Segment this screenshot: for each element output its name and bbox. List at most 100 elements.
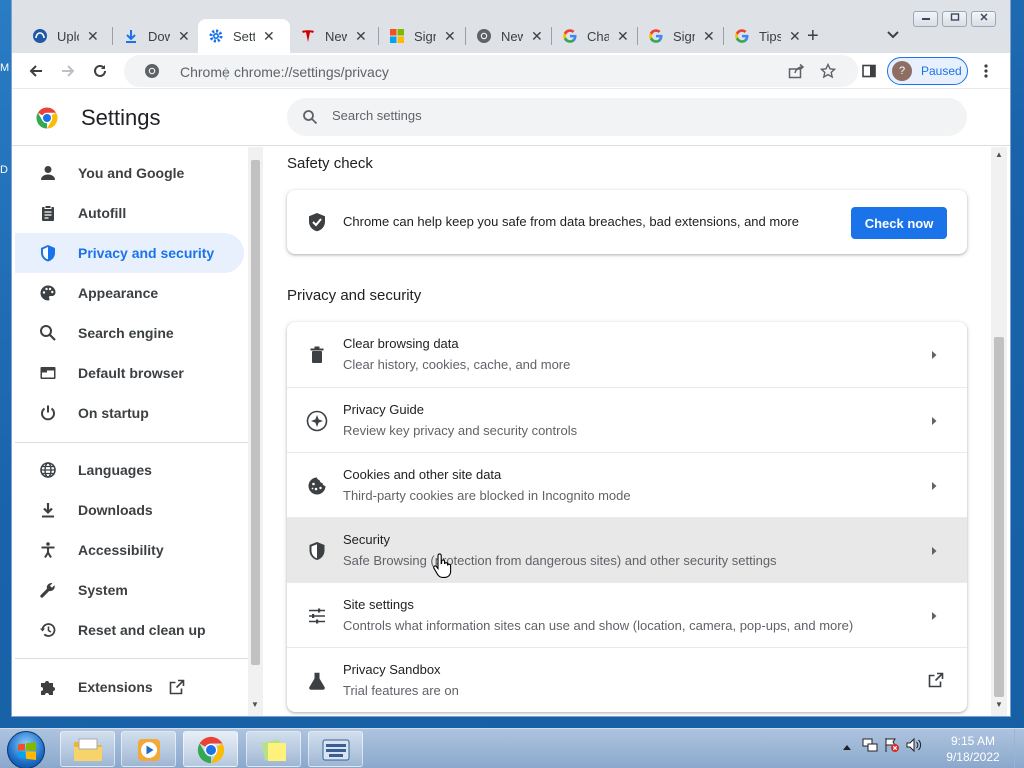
taskbar-sticky-notes[interactable] — [246, 731, 301, 767]
search-input[interactable] — [332, 108, 932, 123]
windows-logo-icon — [17, 741, 37, 764]
action-center-flag-icon[interactable] — [884, 737, 900, 756]
site-label: Chrome — [180, 64, 230, 80]
privacy-row-privacy-sandbox[interactable]: Privacy Sandbox Trial features are on — [287, 647, 967, 712]
privacy-row-cookies[interactable]: Cookies and other site data Third-party … — [287, 452, 967, 517]
url-text[interactable]: chrome://settings/privacy — [234, 64, 389, 80]
taskbar-clock[interactable]: 9:15 AM 9/18/2022 — [938, 733, 1008, 765]
safety-check-text: Chrome can help keep you safe from data … — [343, 214, 799, 229]
main-scrollbar[interactable]: ▲ ▼ — [991, 147, 1007, 716]
tab-upload[interactable]: Uplo ✕ — [22, 19, 107, 53]
sidebar-item-privacy-and-security[interactable]: Privacy and security — [15, 233, 244, 273]
search-icon — [36, 324, 60, 342]
taskbar-on-screen-keyboard[interactable] — [308, 731, 363, 767]
privacy-row-site-settings[interactable]: Site settings Controls what information … — [287, 582, 967, 647]
sidebar-item-label: Default browser — [78, 365, 184, 381]
tesla-favicon-icon — [300, 28, 316, 44]
sidebar-item-downloads[interactable]: Downloads — [15, 490, 244, 530]
arrow-right-icon — [927, 609, 941, 623]
sidebar-item-appearance[interactable]: Appearance — [15, 273, 244, 313]
taskbar-chrome[interactable] — [183, 731, 238, 767]
close-icon[interactable]: ✕ — [355, 28, 367, 45]
chrome-logo-icon — [35, 106, 59, 133]
menu-kebab-icon[interactable] — [975, 60, 997, 82]
tab-new-chrome[interactable]: New ✕ — [466, 19, 551, 53]
volume-icon[interactable] — [906, 737, 922, 756]
sidebar-item-system[interactable]: System — [15, 570, 244, 610]
profile-paused-button[interactable]: ? Paused — [887, 57, 968, 85]
tab-download[interactable]: Dow ✕ — [113, 19, 198, 53]
clock-time: 9:15 AM — [950, 734, 996, 748]
tab-tips-google[interactable]: Tips ✕ — [724, 19, 809, 53]
tab-search-chevron-icon[interactable] — [886, 28, 900, 43]
reload-icon[interactable] — [89, 60, 111, 82]
close-window-icon[interactable] — [971, 11, 996, 27]
sidebar-item-autofill[interactable]: Autofill — [15, 193, 244, 233]
bookmark-star-icon[interactable] — [819, 62, 837, 82]
close-icon[interactable]: ✕ — [178, 28, 190, 45]
sidebar-scrollbar[interactable]: ▼ — [248, 147, 263, 716]
search-icon — [302, 109, 318, 128]
sidebar-item-default-browser[interactable]: Default browser — [15, 353, 244, 393]
privacy-row-security[interactable]: Security Safe Browsing (protection from … — [287, 517, 967, 582]
cookie-icon — [305, 474, 329, 498]
close-icon[interactable]: ✕ — [444, 28, 456, 45]
scroll-down-arrow-icon[interactable]: ▼ — [251, 700, 259, 709]
privacy-row-privacy-guide[interactable]: Privacy Guide Review key privacy and sec… — [287, 387, 967, 452]
row-title: Site settings — [343, 597, 414, 612]
sidebar-item-label: Reset and clean up — [78, 622, 206, 638]
close-icon[interactable]: ✕ — [87, 28, 99, 45]
privacy-row-clear-browsing-data[interactable]: Clear browsing data Clear history, cooki… — [287, 322, 967, 387]
arrow-right-icon — [927, 479, 941, 493]
close-icon[interactable]: ✕ — [789, 28, 801, 45]
restore-icon[interactable] — [942, 11, 967, 27]
tab-strip: Uplo ✕ Dow ✕ Setti ✕ New ✕ Sign ✕ New — [12, 0, 1010, 53]
sidebar-item-extensions[interactable]: Extensions — [15, 667, 244, 707]
show-desktop-button[interactable] — [1014, 729, 1024, 768]
tab-settings[interactable]: Setti ✕ — [198, 19, 290, 53]
privacy-section-heading: Privacy and security — [287, 287, 422, 304]
address-bar[interactable]: Chrome | chrome://settings/privacy — [124, 55, 858, 87]
tab-chat-google[interactable]: Cha ✕ — [552, 19, 637, 53]
close-icon[interactable]: ✕ — [617, 28, 629, 45]
arrow-right-icon — [927, 414, 941, 428]
scroll-up-arrow-icon[interactable]: ▲ — [995, 150, 1003, 159]
close-icon[interactable]: ✕ — [531, 28, 543, 45]
tab-sign-in-google[interactable]: Sign ✕ — [638, 19, 723, 53]
main-scrollbar-thumb[interactable] — [994, 337, 1004, 697]
gear-favicon-icon — [208, 28, 224, 44]
tab-new-tesla[interactable]: New ✕ — [290, 19, 375, 53]
sidebar-item-accessibility[interactable]: Accessibility — [15, 530, 244, 570]
minimize-icon[interactable] — [913, 11, 938, 27]
forward-arrow-icon[interactable] — [57, 60, 79, 82]
back-arrow-icon[interactable] — [25, 60, 47, 82]
check-now-button[interactable]: Check now — [851, 207, 947, 239]
sidebar-item-you-and-google[interactable]: You and Google — [15, 153, 244, 193]
network-icon[interactable] — [862, 737, 878, 756]
new-tab-button[interactable]: + — [807, 25, 819, 48]
google-favicon-icon — [562, 28, 578, 44]
profile-status-label: Paused — [921, 64, 962, 78]
close-icon[interactable]: ✕ — [263, 28, 275, 45]
scroll-down-arrow-icon[interactable]: ▼ — [995, 700, 1003, 709]
taskbar-media-player[interactable] — [121, 731, 176, 767]
sidebar-item-on-startup[interactable]: On startup — [15, 393, 244, 433]
settings-sidebar: You and Google Autofill Privacy and secu… — [12, 147, 248, 716]
sidebar-item-reset-and-clean-up[interactable]: Reset and clean up — [15, 610, 244, 650]
taskbar-explorer[interactable] — [60, 731, 115, 767]
settings-search-box[interactable] — [287, 98, 967, 136]
tab-sign-in-microsoft[interactable]: Sign ✕ — [379, 19, 464, 53]
sidebar-item-search-engine[interactable]: Search engine — [15, 313, 244, 353]
start-button[interactable] — [7, 731, 45, 768]
sidebar-item-languages[interactable]: Languages — [15, 450, 244, 490]
share-icon[interactable] — [788, 63, 805, 82]
close-icon[interactable]: ✕ — [703, 28, 715, 45]
tab-title: New — [501, 28, 523, 44]
sidebar-divider — [15, 658, 248, 659]
sidebar-scrollbar-thumb[interactable] — [251, 160, 260, 665]
media-player-icon — [135, 736, 163, 767]
show-hidden-icons-icon[interactable] — [842, 739, 852, 754]
chrome-logo-icon — [196, 735, 226, 768]
side-panel-icon[interactable] — [858, 60, 880, 82]
tab-title: Sign — [673, 28, 695, 44]
